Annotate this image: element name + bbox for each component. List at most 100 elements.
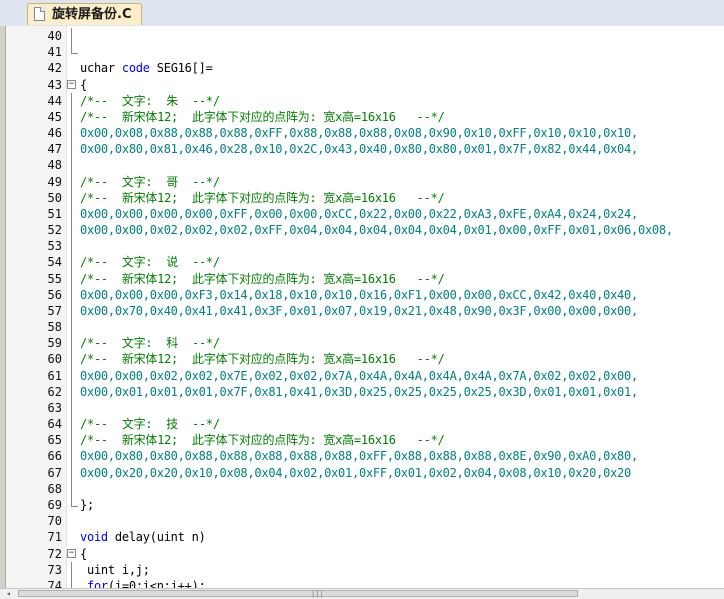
code-line[interactable]: 65 /*-- 新宋体12; 此字体下对应的点阵为: 宽x高=16x16 --*/ bbox=[0, 432, 724, 449]
fold-guide bbox=[71, 189, 72, 206]
number-token: 0x00,0x80,0x80,0x88,0x88,0x88,0x88,0x88,… bbox=[80, 449, 638, 464]
code-text: 0x00,0x00,0x02,0x02,0x02,0xFF,0x04,0x04,… bbox=[80, 222, 673, 238]
code-line[interactable]: 63 bbox=[0, 399, 724, 417]
line-number: 41 bbox=[47, 45, 62, 60]
code-line[interactable]: 58 bbox=[0, 319, 724, 336]
code-line[interactable]: 41 bbox=[0, 44, 724, 60]
number-token: 0x00,0x08,0x88,0x88,0x88,0xFF,0x88,0x88,… bbox=[80, 126, 638, 141]
fold-guide bbox=[71, 335, 72, 352]
code-token: SEG16[]= bbox=[149, 61, 213, 76]
code-text: /*-- 文字: 哥 --*/ bbox=[80, 174, 220, 190]
code-text: /*-- 文字: 朱 --*/ bbox=[80, 93, 220, 109]
code-line[interactable]: 42 uchar code SEG16[]= bbox=[0, 60, 724, 76]
code-line[interactable]: 71 void delay(uint n) bbox=[0, 529, 724, 545]
code-text: /*-- 新宋体12; 此字体下对应的点阵为: 宽x高=16x16 --*/ bbox=[80, 351, 445, 367]
line-number: 52 bbox=[47, 223, 62, 238]
tab-file[interactable]: 旋转屏备份.C bbox=[27, 3, 143, 25]
code-line[interactable]: 40 bbox=[0, 28, 724, 45]
line-number: 65 bbox=[47, 433, 62, 448]
code-line[interactable]: 46 0x00,0x08,0x88,0x88,0x88,0xFF,0x88,0x8… bbox=[0, 125, 724, 142]
line-number: 47 bbox=[47, 142, 62, 157]
tab-file-label: 旋转屏备份.C bbox=[52, 7, 132, 22]
fold-guide bbox=[71, 351, 72, 368]
code-text: 0x00,0x20,0x20,0x10,0x08,0x04,0x02,0x01,… bbox=[80, 465, 631, 481]
number-token: 0x00,0x70,0x40,0x41,0x41,0x3F,0x01,0x07,… bbox=[80, 303, 638, 318]
line-number: 73 bbox=[47, 562, 62, 577]
number-token: 0x00,0x01,0x01,0x01,0x7F,0x81,0x41,0x3D,… bbox=[80, 384, 638, 399]
line-number: 58 bbox=[47, 320, 62, 335]
code-line[interactable]: 57 0x00,0x70,0x40,0x41,0x41,0x3F,0x01,0x0… bbox=[0, 302, 724, 320]
code-line[interactable]: 44 /*-- 文字: 朱 --*/ bbox=[0, 92, 724, 109]
line-number: 44 bbox=[47, 93, 62, 108]
line-number: 62 bbox=[47, 384, 62, 399]
number-token: 0x00,0x20,0x20,0x10,0x08,0x04,0x02,0x01,… bbox=[80, 465, 631, 480]
line-number: 59 bbox=[47, 336, 62, 351]
code-text: /*-- 新宋体12; 此字体下对应的点阵为: 宽x高=16x16 --*/ bbox=[80, 432, 445, 448]
fold-guide bbox=[71, 480, 72, 497]
fold-toggle-icon[interactable]: − bbox=[67, 79, 76, 89]
code-line[interactable]: 68 bbox=[0, 480, 724, 497]
code-text: 0x00,0x00,0x00,0x00,0xFF,0x00,0x00,0xCC,… bbox=[80, 206, 638, 222]
code-token: { bbox=[80, 546, 87, 561]
code-line[interactable]: 43−{ bbox=[0, 77, 724, 93]
scrollbar-thumb[interactable]: ||| bbox=[18, 590, 578, 598]
code-line[interactable]: 67 0x00,0x20,0x20,0x10,0x08,0x04,0x02,0x0… bbox=[0, 464, 724, 481]
grip-icon: ||| bbox=[311, 590, 324, 598]
code-line[interactable]: 53 bbox=[0, 238, 724, 255]
code-line[interactable]: 48 bbox=[0, 157, 724, 174]
code-line[interactable]: 69}; bbox=[0, 496, 724, 513]
fold-guide bbox=[71, 367, 72, 384]
comment-token: /*-- 新宋体12; 此字体下对应的点阵为: 宽x高=16x16 --*/ bbox=[80, 352, 445, 367]
line-number: 66 bbox=[47, 449, 62, 464]
line-number: 53 bbox=[47, 239, 62, 254]
fold-guide bbox=[71, 238, 72, 255]
code-line[interactable]: 64 /*-- 文字: 技 --*/ bbox=[0, 416, 724, 433]
code-line[interactable]: 70 bbox=[0, 513, 724, 529]
code-line[interactable]: 72−{ bbox=[0, 546, 724, 562]
code-text: /*-- 新宋体12; 此字体下对应的点阵为: 宽x高=16x16 --*/ bbox=[80, 190, 445, 206]
code-line[interactable]: 56 0x00,0x00,0x00,0xF3,0x14,0x18,0x10,0x1… bbox=[0, 286, 724, 303]
code-token: uchar bbox=[80, 61, 122, 76]
fold-guide bbox=[71, 464, 72, 481]
line-number: 60 bbox=[47, 352, 62, 367]
code-line[interactable]: 52 0x00,0x00,0x02,0x02,0x02,0xFF,0x04,0x0… bbox=[0, 222, 724, 239]
line-number: 57 bbox=[47, 303, 62, 318]
tab-bar: 旋转屏备份.C bbox=[0, 0, 724, 27]
code-line[interactable]: 60 /*-- 新宋体12; 此字体下对应的点阵为: 宽x高=16x16 --*/ bbox=[0, 351, 724, 368]
code-text: /*-- 新宋体12; 此字体下对应的点阵为: 宽x高=16x16 --*/ bbox=[80, 109, 445, 125]
code-text: 0x00,0x00,0x02,0x02,0x7E,0x02,0x02,0x7A,… bbox=[80, 368, 638, 384]
comment-token: /*-- 新宋体12; 此字体下对应的点阵为: 宽x高=16x16 --*/ bbox=[80, 433, 445, 448]
code-text: 0x00,0x01,0x01,0x01,0x7F,0x81,0x41,0x3D,… bbox=[80, 384, 638, 400]
code-text: void delay(uint n) bbox=[80, 529, 206, 545]
fold-guide bbox=[71, 270, 72, 287]
line-number: 50 bbox=[47, 190, 62, 205]
fold-guide bbox=[71, 205, 72, 223]
code-token: delay(uint n) bbox=[107, 530, 206, 545]
horizontal-scrollbar[interactable]: ◂ ||| bbox=[0, 588, 724, 599]
code-text: }; bbox=[80, 497, 94, 513]
fold-toggle-icon[interactable]: − bbox=[67, 548, 76, 558]
comment-token: /*-- 文字: 技 --*/ bbox=[80, 417, 220, 432]
code-line[interactable]: 45 /*-- 新宋体12; 此字体下对应的点阵为: 宽x高=16x16 --*/ bbox=[0, 108, 724, 126]
code-line[interactable]: 50 /*-- 新宋体12; 此字体下对应的点阵为: 宽x高=16x16 --*/ bbox=[0, 189, 724, 206]
line-number: 48 bbox=[47, 158, 62, 173]
fold-end-marker bbox=[71, 496, 78, 507]
code-token: uint i,j; bbox=[80, 562, 150, 577]
code-line[interactable]: 55 /*-- 新宋体12; 此字体下对应的点阵为: 宽x高=16x16 --*/ bbox=[0, 270, 724, 287]
keyword-token: code bbox=[121, 61, 150, 76]
code-line[interactable]: 66 0x00,0x80,0x80,0x88,0x88,0x88,0x88,0x8… bbox=[0, 448, 724, 465]
code-line[interactable]: 49 /*-- 文字: 哥 --*/ bbox=[0, 173, 724, 190]
code-text: /*-- 文字: 说 --*/ bbox=[80, 254, 220, 270]
code-line[interactable]: 51 0x00,0x00,0x00,0x00,0xFF,0x00,0x00,0xC… bbox=[0, 205, 724, 223]
code-line[interactable]: 47 0x00,0x80,0x81,0x46,0x28,0x10,0x2C,0x4… bbox=[0, 141, 724, 158]
fold-guide bbox=[71, 254, 72, 271]
c-file-icon bbox=[34, 7, 45, 21]
code-line[interactable]: 54 /*-- 文字: 说 --*/ bbox=[0, 254, 724, 271]
code-line[interactable]: 61 0x00,0x00,0x02,0x02,0x7E,0x02,0x02,0x7… bbox=[0, 367, 724, 384]
code-text: 0x00,0x00,0x00,0xF3,0x14,0x18,0x10,0x10,… bbox=[80, 287, 638, 303]
line-number: 64 bbox=[47, 417, 62, 432]
code-line[interactable]: 59 /*-- 文字: 科 --*/ bbox=[0, 335, 724, 352]
code-line[interactable]: 73 uint i,j; bbox=[0, 561, 724, 578]
line-number: 45 bbox=[47, 109, 62, 124]
code-line[interactable]: 62 0x00,0x01,0x01,0x01,0x7F,0x81,0x41,0x3… bbox=[0, 383, 724, 400]
